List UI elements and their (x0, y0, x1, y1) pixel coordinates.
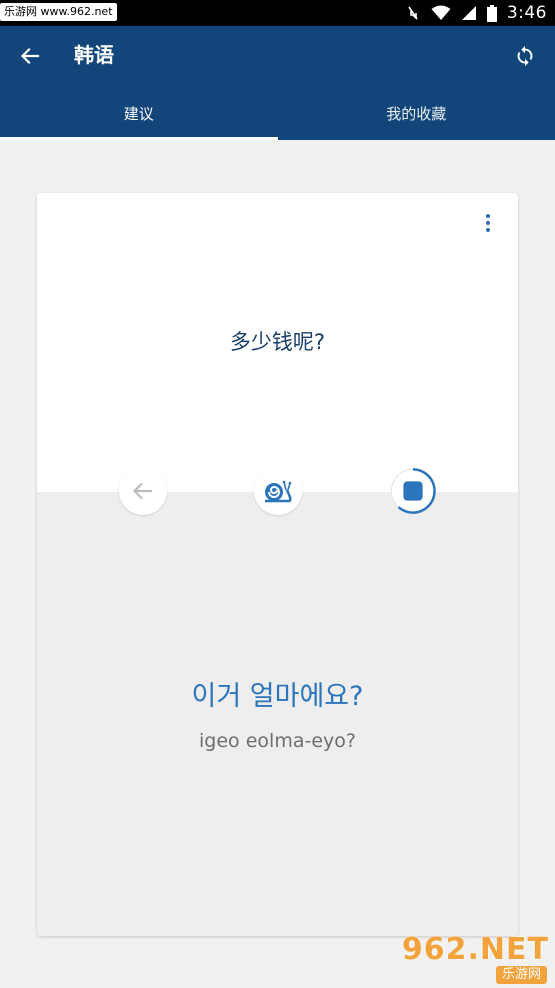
refresh-button[interactable] (507, 38, 543, 74)
watermark-main: 962.NET (401, 932, 549, 967)
tab-bar: 建议 我的收藏 (0, 86, 555, 140)
signal-icon (461, 6, 476, 20)
stop-playback-button[interactable] (389, 467, 437, 515)
source-phrase: 多少钱呢? (229, 330, 326, 354)
status-time: 3:46 (506, 3, 547, 23)
app-bar: 韩语 建议 我的收藏 (0, 26, 555, 140)
snail-icon (265, 480, 292, 503)
slow-playback-button[interactable] (254, 467, 302, 515)
romanization: igeo eolma-eyo? (199, 730, 356, 752)
status-icons: 3:46 (405, 0, 547, 26)
back-button[interactable] (10, 38, 50, 74)
watermark-badge: 乐游网 www.962.net (0, 3, 117, 21)
arrow-left-icon (132, 482, 152, 500)
more-dot-icon (486, 214, 490, 218)
more-dot-icon (486, 221, 490, 225)
tab-suggestions[interactable]: 建议 (0, 86, 278, 140)
watermark-sub: 乐游网 (495, 966, 547, 984)
stop-icon (390, 468, 436, 514)
watermark-logo: 962.NET 乐游网 (402, 932, 549, 984)
more-options-button[interactable] (476, 211, 500, 235)
more-dot-icon (486, 228, 490, 232)
battery-icon (486, 4, 497, 22)
wifi-icon (431, 5, 451, 20)
previous-button[interactable] (119, 467, 167, 515)
refresh-icon (517, 45, 533, 67)
phrase-card: 多少钱呢? 이거 얼마에요? igeo eolma-eyo? (37, 193, 518, 936)
status-bar: 乐游网 www.962.net 3:46 (0, 0, 555, 26)
translated-phrase: 이거 얼마에요? (191, 681, 364, 712)
page-title: 韩语 (74, 43, 114, 67)
mute-icon (408, 6, 418, 20)
tab-favorites[interactable]: 我的收藏 (278, 86, 555, 140)
arrow-left-icon (20, 47, 40, 65)
